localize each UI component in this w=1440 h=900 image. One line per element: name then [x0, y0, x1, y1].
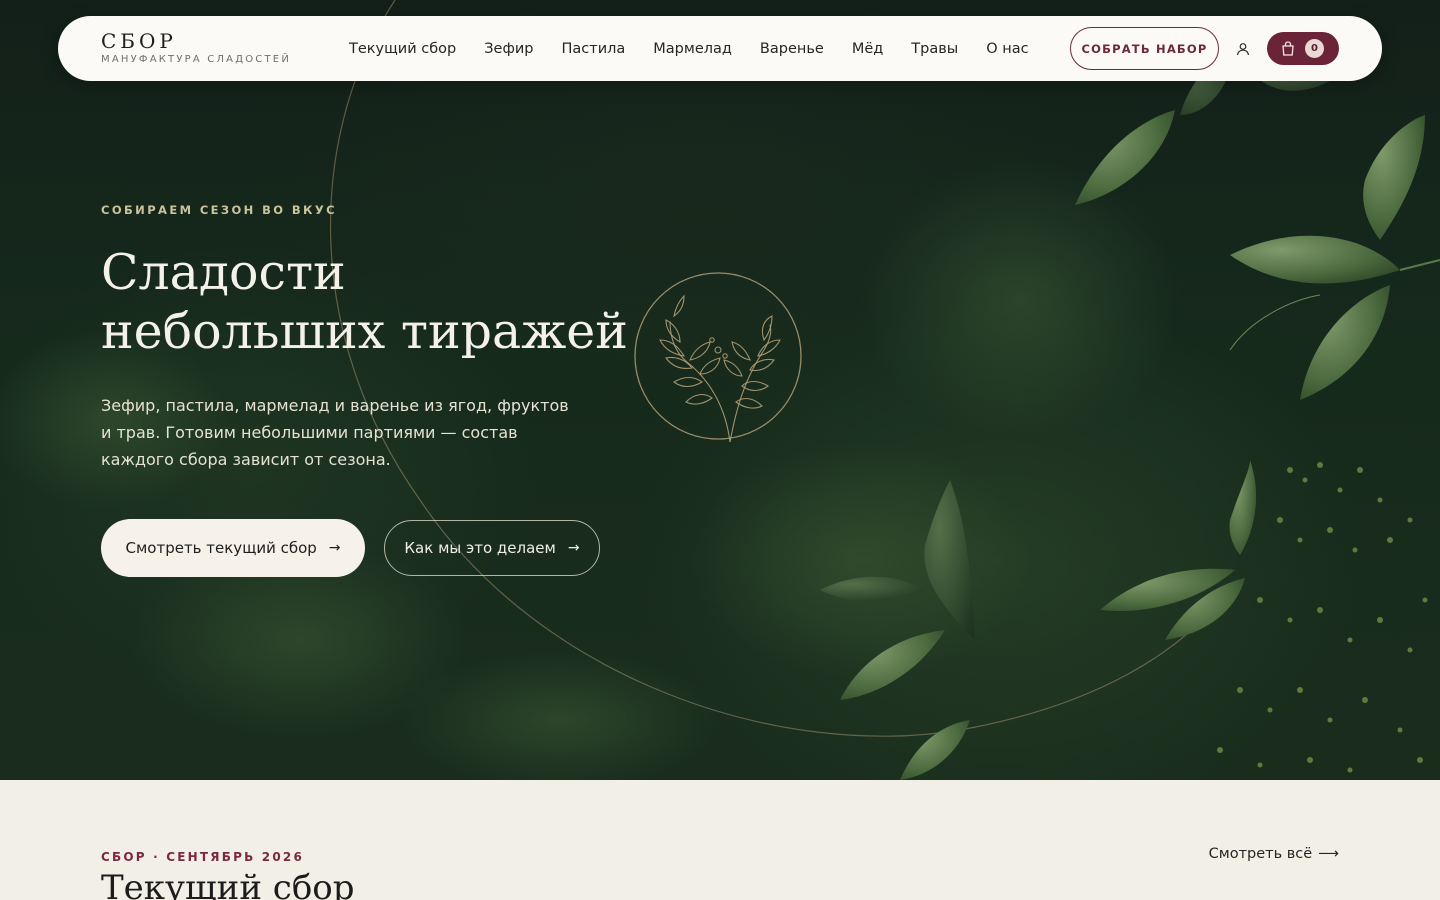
secondary-button-label: Как мы это делаем	[404, 539, 556, 557]
section-title: Текущий сбор	[101, 868, 355, 900]
long-arrow-right-icon: ⟶	[1318, 846, 1339, 862]
primary-button-label: Смотреть текущий сбор	[125, 539, 317, 557]
nav-item-honey[interactable]: Мёд	[852, 41, 883, 57]
nav-item-marmalade[interactable]: Мармелад	[653, 41, 732, 57]
hero-description: Зефир, пастила, мармелад и варенье из яг…	[101, 396, 569, 469]
view-current-collection-button[interactable]: Смотреть текущий сбор →	[101, 519, 365, 577]
how-we-make-it-button[interactable]: Как мы это делаем →	[384, 520, 600, 576]
hero-section: СБОР МАНУФАКТУРА СЛАДОСТЕЙ Текущий сбор …	[0, 0, 1440, 780]
nav-item-pastila[interactable]: Пастила	[561, 41, 625, 57]
arrow-right-icon: →	[328, 540, 341, 556]
nav-item-current-collection[interactable]: Текущий сбор	[349, 41, 456, 57]
cart-count-badge: 0	[1305, 39, 1324, 58]
botanical-emblem-icon	[634, 272, 802, 442]
nav-item-jam[interactable]: Варенье	[760, 41, 824, 57]
cart-button[interactable]: 0	[1267, 32, 1339, 65]
top-navbar: СБОР МАНУФАКТУРА СЛАДОСТЕЙ Текущий сбор …	[58, 16, 1382, 81]
hero-title-line-1: Сладости	[101, 244, 346, 301]
logo-title: СБОР	[101, 29, 177, 53]
build-set-button[interactable]: СОБРАТЬ НАБОР	[1070, 27, 1219, 70]
nav-item-about[interactable]: О нас	[986, 41, 1028, 57]
brand-logo[interactable]: СБОР МАНУФАКТУРА СЛАДОСТЕЙ	[101, 29, 291, 66]
logo-subtitle: МАНУФАКТУРА СЛАДОСТЕЙ	[101, 54, 291, 65]
main-nav: Текущий сбор Зефир Пастила Мармелад Варе…	[349, 16, 1057, 81]
see-all-link[interactable]: Смотреть всё ⟶	[1209, 846, 1339, 862]
hero-eyebrow: СОБИРАЕМ СЕЗОН ВО ВКУС	[101, 203, 337, 217]
section-eyebrow: СБОР · СЕНТЯБРЬ 2026	[101, 850, 304, 864]
nav-item-herbs[interactable]: Травы	[911, 41, 958, 57]
current-collection-section: СБОР · СЕНТЯБРЬ 2026 Текущий сбор Смотре…	[0, 780, 1440, 900]
nav-item-zefir[interactable]: Зефир	[484, 41, 533, 57]
hero-title: Сладости небольших тиражей	[101, 243, 661, 361]
hero-title-line-2: небольших тиражей	[101, 303, 628, 360]
user-icon[interactable]	[1232, 38, 1254, 60]
shopping-bag-icon	[1282, 41, 1294, 56]
see-all-label: Смотреть всё	[1208, 846, 1313, 862]
arrow-right-icon: →	[567, 540, 580, 556]
